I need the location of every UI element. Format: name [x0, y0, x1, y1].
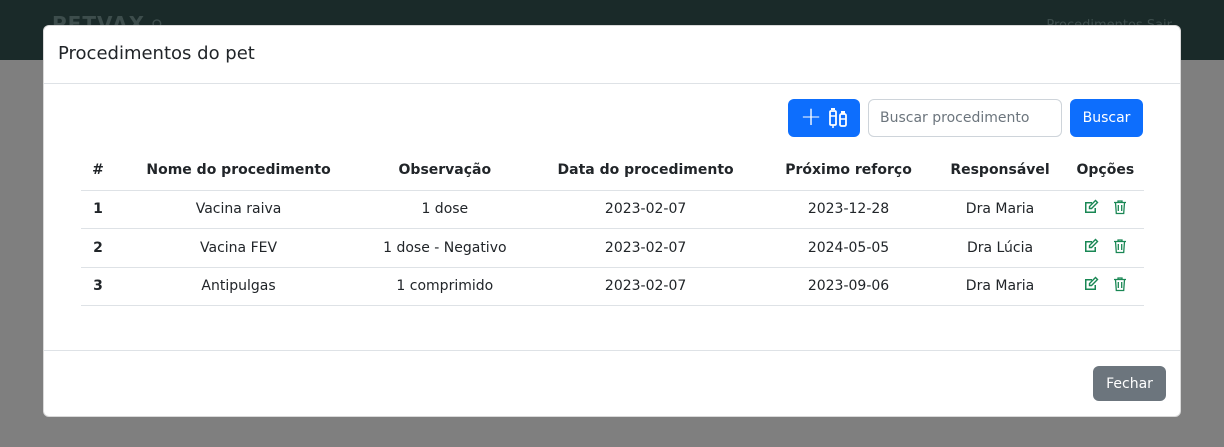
modal-body: + Buscar # Nome do procedimento	[44, 84, 1180, 352]
responsible: Dra Maria	[933, 190, 1067, 229]
procedure-date: 2023-02-07	[527, 228, 764, 268]
procedure-observation: 1 comprimido	[362, 267, 528, 306]
col-index: #	[81, 151, 115, 191]
col-next-booster: Próximo reforço	[763, 151, 934, 191]
next-booster-date: 2023-12-28	[763, 190, 934, 229]
col-responsible: Responsável	[933, 151, 1067, 191]
row-index: 2	[81, 228, 115, 268]
table-row: 1 Vacina raiva 1 dose 2023-02-07 2023-12…	[81, 190, 1144, 229]
procedures-modal: Procedimentos do pet + Buscar procedimen…	[43, 25, 1181, 417]
responsible: Dra Maria	[933, 267, 1067, 306]
add-procedure-button[interactable]: +	[788, 99, 860, 137]
procedure-date: 2023-02-07	[527, 267, 764, 306]
next-booster-date: 2023-09-06	[763, 267, 934, 306]
col-options: Opções	[1066, 151, 1144, 191]
responsible: Dra Lúcia	[933, 228, 1067, 268]
row-options	[1066, 190, 1144, 229]
procedures-table: # Nome do procedimento Observação Data d…	[81, 151, 1144, 306]
edit-icon[interactable]	[1083, 276, 1099, 292]
procedure-observation: 1 dose	[362, 190, 528, 229]
search-button[interactable]: Buscar	[1070, 99, 1143, 137]
procedure-date: 2023-02-07	[527, 190, 764, 229]
row-options	[1066, 267, 1144, 306]
close-button[interactable]: Fechar	[1093, 366, 1166, 401]
row-index: 1	[81, 190, 115, 229]
modal-title: Procedimentos do pet	[58, 43, 255, 64]
plus-icon: +	[800, 102, 822, 132]
table-header-row: # Nome do procedimento Observação Data d…	[81, 151, 1144, 191]
col-observation: Observação	[362, 151, 528, 191]
procedure-observation: 1 dose - Negativo	[362, 228, 528, 268]
row-index: 3	[81, 267, 115, 306]
col-name: Nome do procedimento	[115, 151, 363, 191]
vaccine-icon	[828, 108, 847, 128]
search-input[interactable]	[868, 99, 1062, 137]
toolbar: + Buscar	[788, 99, 1143, 137]
modal-header: Procedimentos do pet	[44, 26, 1180, 84]
trash-icon[interactable]	[1112, 199, 1128, 215]
table-row: 2 Vacina FEV 1 dose - Negativo 2023-02-0…	[81, 228, 1144, 268]
next-booster-date: 2024-05-05	[763, 228, 934, 268]
table-row: 3 Antipulgas 1 comprimido 2023-02-07 202…	[81, 267, 1144, 306]
trash-icon[interactable]	[1112, 276, 1128, 292]
edit-icon[interactable]	[1083, 199, 1099, 215]
row-options	[1066, 228, 1144, 268]
procedure-name: Antipulgas	[115, 267, 363, 306]
modal-footer: Fechar	[44, 350, 1180, 416]
col-date: Data do procedimento	[527, 151, 764, 191]
procedure-name: Vacina FEV	[115, 228, 363, 268]
procedure-name: Vacina raiva	[115, 190, 363, 229]
trash-icon[interactable]	[1112, 238, 1128, 254]
edit-icon[interactable]	[1083, 238, 1099, 254]
